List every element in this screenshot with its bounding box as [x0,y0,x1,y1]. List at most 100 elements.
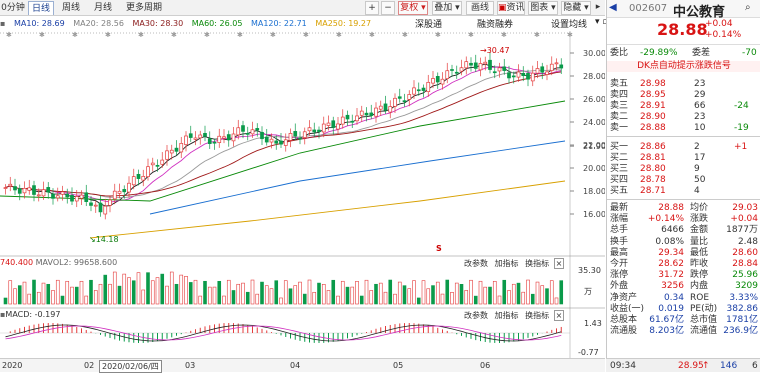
candle [340,116,345,125]
ma10-label: MA10: 28.69 [13,19,65,28]
ma-line [5,69,562,199]
vol-param-button[interactable]: 改参数 [464,259,488,268]
macd-switch-indicator-button[interactable]: 换指标 [525,311,549,320]
volume-bar [426,288,431,305]
volume-bar [317,282,321,305]
volume-bar [46,283,51,305]
volume-bar [326,290,331,305]
candle [22,187,27,194]
tab-monthly[interactable]: 月线 [90,1,116,15]
tab-daily[interactable]: 日线 [28,1,54,15]
dk-signal-alert[interactable]: DK点自动提示涨跌信号 [607,61,760,72]
volume-bar [203,280,207,305]
event-marker-icon: ✱ [171,31,177,39]
volume-bar [112,271,117,305]
candle [559,64,564,69]
volume-bar [393,293,397,305]
candle [217,135,222,143]
volume-bar [454,282,459,305]
volume-bar [184,275,188,305]
volume-bar [36,291,41,305]
volume-bar [374,283,378,305]
candle [307,127,312,132]
candle [279,140,283,145]
buy-level-row[interactable]: 买五 28.71 4 [610,186,700,197]
kline-chart[interactable]: ✱ ✱ ✱ ✱ ✱ ✱ ✱ ✱ ✱ ✱ ✱ ✱ ✱ ✱ ✱ ✱ ✱ ✱ 30.0028.0026.0024.002… [0,31,605,358]
volume-bar [222,295,226,305]
zoom-out-button[interactable]: − [381,1,395,15]
macd-add-indicator-button[interactable]: 加指标 [495,311,519,320]
tab-weekly[interactable]: 周线 [58,1,84,15]
macd-axis-top: 1.43 [584,319,602,328]
candle [431,78,435,84]
zoom-in-button[interactable]: + [365,1,379,15]
volume-bar [364,279,369,305]
vol-add-indicator-button[interactable]: 加指标 [495,259,519,268]
ma250-label: MA250: 19.27 [315,19,372,28]
draw-line-button[interactable]: 画线 [466,1,494,15]
tab-more-periods[interactable]: 更多周期 [122,1,166,15]
volume-bar [431,285,435,305]
candle [174,147,179,152]
volume-bar [302,293,307,305]
candle [55,195,60,199]
buy-level-row[interactable]: 买四 28.78 50 [610,175,705,186]
volume-bar [146,272,150,305]
sell-level-row[interactable]: 卖一 28.88 10 -19 [610,123,749,134]
buy-level-row[interactable]: 买一 28.86 2 +1 [610,142,747,153]
candle [312,129,317,133]
volume-bar [350,286,355,305]
candle [502,66,507,71]
candle [336,123,340,130]
volume-label: 740.400 MAVOL2: 99658.600 [0,258,118,267]
volume-bar [288,288,293,305]
axis-feb: 02 [84,361,95,370]
volume-bar [150,280,155,305]
macd-close-icon[interactable]: × [553,310,565,321]
margin-button[interactable]: 融资融券 [477,17,513,30]
volume-bar [155,277,160,305]
volume-bar [188,282,193,305]
volume-bar [22,281,27,305]
chart-button[interactable]: 图表 ▾ [528,1,558,15]
high-price-label: →30.47 [480,46,510,55]
event-marker-icon: ✱ [402,31,408,39]
volume-bar [245,291,250,305]
candle [146,166,150,177]
quote-row: 净资产 0.34 ROE 3.33% [610,292,758,303]
vol-close-icon[interactable]: × [553,258,565,269]
quote-panel: ◀ 002607 中公教育 ⌕ 28.88 +0.04 +0.14% 委比 -2… [606,0,760,372]
overlay-button[interactable]: 叠加 ▾ [432,1,462,15]
fuquan-button[interactable]: 复权 ▾ [398,1,428,15]
candle [13,186,17,191]
hide-button[interactable]: 隐藏 ▾ [561,1,591,15]
candle [250,129,255,135]
ma-settings-button[interactable]: 设置均线 [551,17,587,30]
news-button[interactable]: ▣资讯 [497,1,525,15]
sell-level-row[interactable]: 卖四 28.95 29 [610,90,705,101]
sell-level-row[interactable]: 卖三 28.91 66 -24 [610,101,749,112]
volume-bar [355,280,359,305]
volume-bar [41,282,46,305]
sgt-button[interactable]: 深股通 [415,17,442,30]
event-marker-icon: ✱ [6,31,12,39]
collapse-panel-icon[interactable]: ◀ [609,2,617,13]
candle [407,94,412,100]
buy-level-row[interactable]: 买二 28.81 17 [610,153,705,164]
candle [207,138,212,144]
tab-minute[interactable]: 0分钟 [0,1,26,15]
sell-level-row[interactable]: 卖二 28.90 23 [610,112,705,123]
candle [84,192,89,202]
volume-bar [369,290,374,305]
candle [535,68,540,74]
sell-level-row[interactable]: 卖五 28.98 23 [610,79,705,90]
candle [160,159,165,165]
volume-tools: 改参数 加指标 换指标 × [464,258,565,269]
buy-level-row[interactable]: 买三 28.80 9 [610,164,700,175]
macd-param-button[interactable]: 改参数 [464,311,488,320]
collapse-icon[interactable]: ▸ [593,1,603,15]
vol-switch-indicator-button[interactable]: 换指标 [525,259,549,268]
candle [79,194,84,199]
search-icon[interactable]: ⌕ [745,2,751,13]
volume-bar [217,280,222,305]
